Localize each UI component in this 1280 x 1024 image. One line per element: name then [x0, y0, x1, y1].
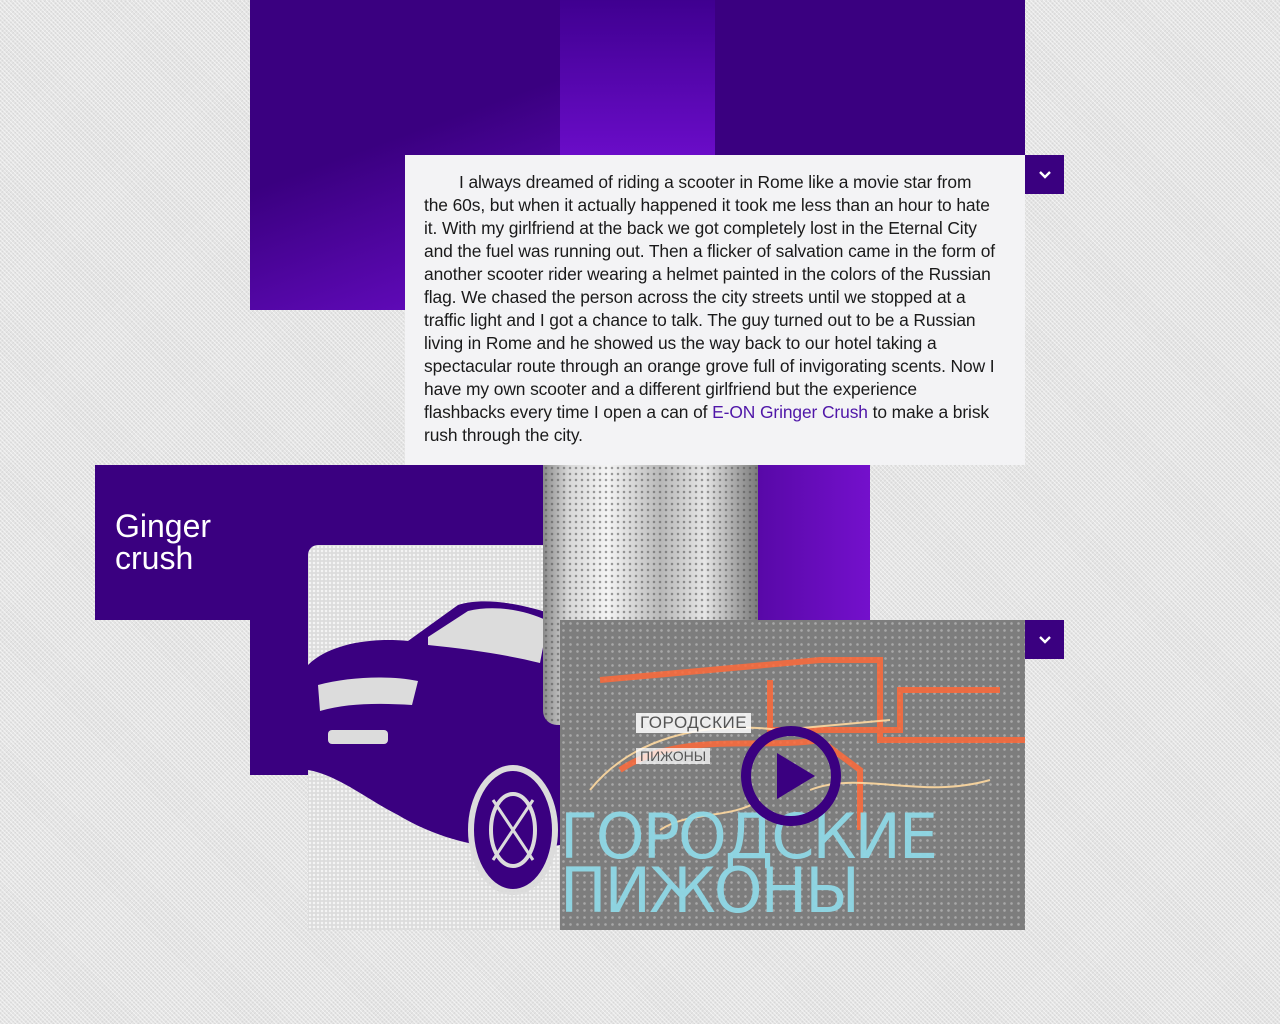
video-toggle-button[interactable] [1025, 620, 1064, 659]
product-title-line1: Ginger [115, 508, 212, 544]
product-title-line2: crush [115, 540, 194, 576]
play-button[interactable] [740, 725, 842, 827]
hero-gradient-mid [560, 0, 715, 155]
product-link[interactable]: E-ON Gringer Crush [712, 402, 868, 422]
chevron-down-icon [1038, 635, 1051, 644]
play-icon [741, 726, 841, 826]
story-card: I always dreamed of riding a scooter in … [405, 155, 1025, 465]
car-icon [308, 601, 560, 895]
product-title: Ginger crush [115, 510, 211, 574]
story-toggle-button[interactable] [1025, 155, 1064, 194]
chevron-down-icon [1038, 170, 1051, 179]
story-text: I always dreamed of riding a scooter in … [424, 171, 997, 447]
video-label-1: ГОРОДСКИЕ [636, 713, 752, 733]
video-label-2: ПИЖОНЫ [636, 748, 711, 764]
car-illustration [308, 545, 560, 930]
story-body: I always dreamed of riding a scooter in … [424, 172, 996, 422]
video-player[interactable]: ГОРОДСКИЕ ПИЖОНЫ ГОРОДСКИЕ ПИЖОНЫ [560, 620, 1025, 930]
